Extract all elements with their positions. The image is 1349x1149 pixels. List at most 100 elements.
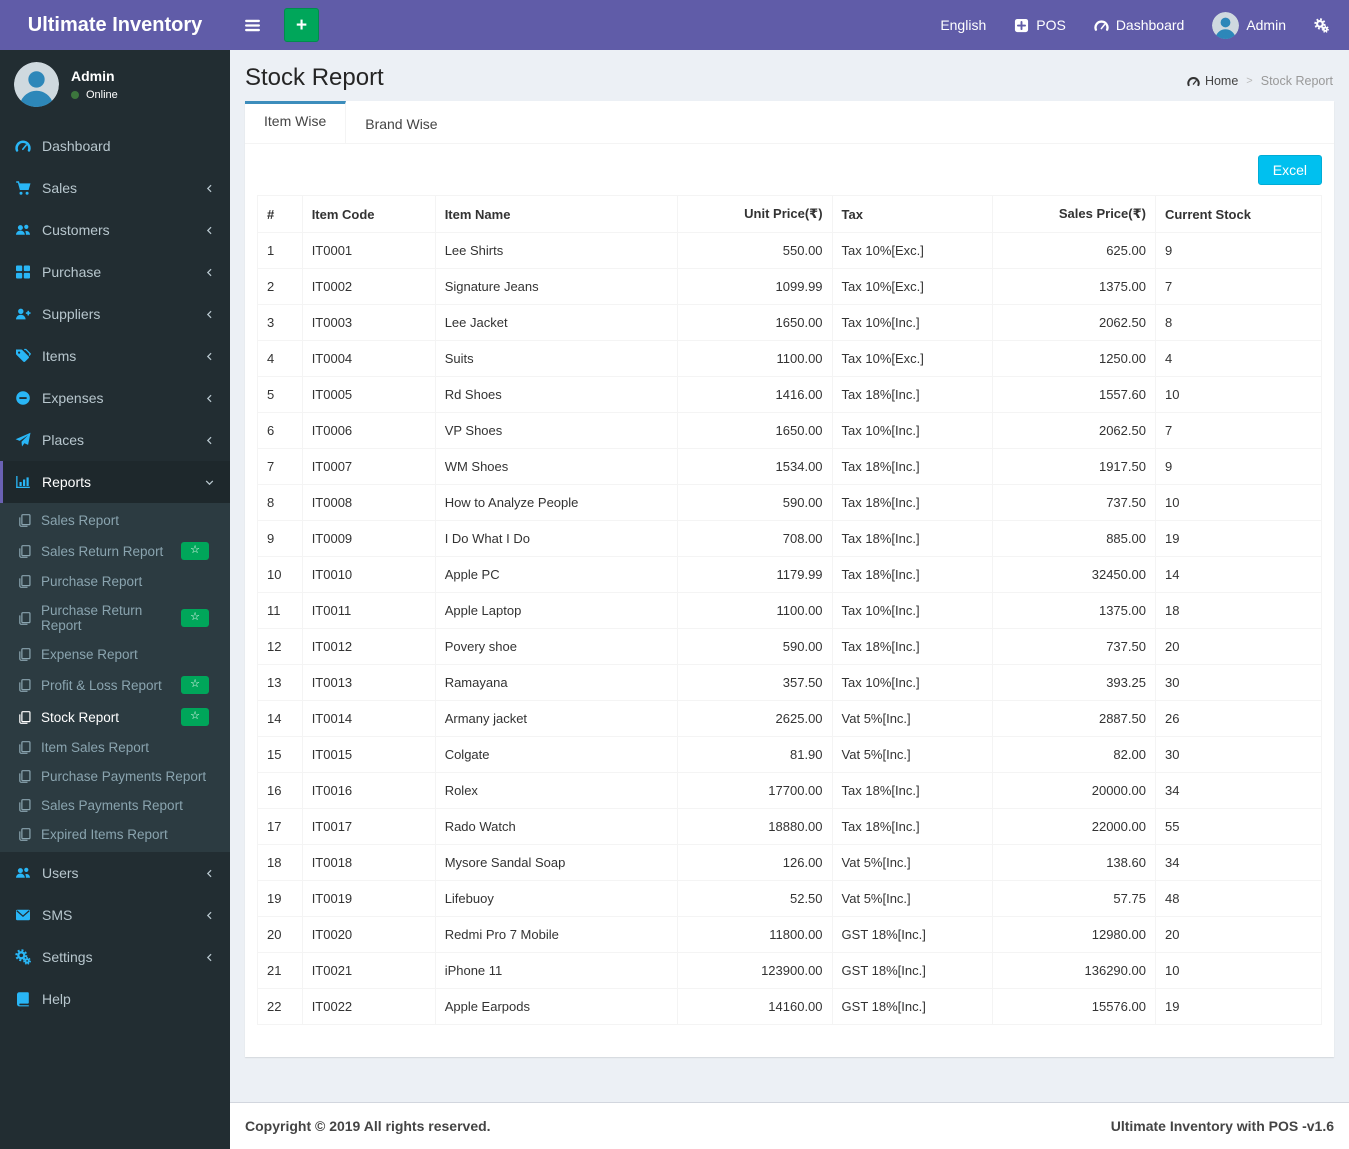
user-status[interactable]: Online	[71, 89, 118, 101]
cell-unit-price: 52.50	[677, 880, 833, 917]
sidebar-item-help[interactable]: Help	[0, 978, 230, 1020]
sidebar-item-dashboard[interactable]: Dashboard	[0, 125, 230, 167]
sidebar-section-items: Items	[0, 335, 230, 377]
sidebar-subitem-label: Profit & Loss Report	[41, 677, 162, 693]
table-row: 16 IT0016 Rolex 17700.00 Tax 18%[Inc.] 20000.…	[257, 772, 1323, 809]
tab-brand-wise[interactable]: Brand Wise	[346, 101, 456, 143]
sidebar-subitem-profit-loss-report[interactable]: Profit & Loss Report ☆	[0, 669, 230, 701]
export-excel-button[interactable]: Excel	[1257, 155, 1322, 185]
tab-content: Excel # Item Code Item Name Unit Price(₹) Ta…	[245, 144, 1334, 1057]
sidebar-item-customers[interactable]: Customers	[0, 209, 230, 251]
cell-sales-price: 1557.60	[992, 376, 1156, 413]
chevron-left-icon	[204, 309, 215, 320]
cell-item-code: IT0003	[301, 304, 436, 341]
table-row: 1 IT0001 Lee Shirts 550.00 Tax 10%[Exc.] 625.…	[257, 232, 1323, 269]
cell-: 5	[257, 376, 303, 413]
cell-: 16	[257, 772, 303, 809]
tab-item-wise[interactable]: Item Wise	[245, 101, 347, 143]
cell-unit-price: 590.00	[677, 628, 833, 665]
cell-sales-price: 1250.00	[992, 340, 1156, 377]
top-nav-english[interactable]: English	[926, 0, 1000, 50]
cell-current-stock: 9	[1154, 232, 1323, 269]
cell-unit-price: 81.90	[677, 736, 833, 773]
sidebar-item-suppliers[interactable]: Suppliers	[0, 293, 230, 335]
sidebar-item-places[interactable]: Places	[0, 419, 230, 461]
sidebar-item-expenses[interactable]: Expenses	[0, 377, 230, 419]
brand-logo[interactable]: Ultimate Inventory	[0, 0, 230, 50]
chevron-left-icon	[204, 183, 215, 194]
table-row: 17 IT0017 Rado Watch 18880.00 Tax 18%[Inc.] 2…	[257, 808, 1323, 845]
user-avatar[interactable]	[14, 62, 59, 107]
cell-tax: Tax 10%[Inc.]	[831, 592, 994, 629]
cell-unit-price: 1416.00	[677, 376, 833, 413]
table-row: 11 IT0011 Apple Laptop 1100.00 Tax 10%[Inc.]…	[257, 592, 1323, 629]
cell-sales-price: 1375.00	[992, 592, 1156, 629]
breadcrumb-current: Stock Report	[1260, 74, 1333, 88]
cell-item-code: IT0012	[301, 628, 436, 665]
cell-item-code: IT0022	[301, 988, 436, 1025]
sidebar-subitem-purchase-return-report[interactable]: Purchase Return Report ☆	[0, 596, 230, 640]
sidebar-subitem-purchase-payments-report[interactable]: Purchase Payments Report	[0, 762, 230, 791]
sidebar-subitem-expired-items-report[interactable]: Expired Items Report	[0, 820, 230, 849]
cell-: 4	[257, 340, 303, 377]
sidebar-subitem-label: Purchase Payments Report	[41, 769, 207, 784]
copy-icon	[17, 678, 32, 693]
cell-unit-price: 1100.00	[677, 340, 833, 377]
sidebar-subitem-sales-return-report[interactable]: Sales Return Report ☆	[0, 535, 230, 567]
new-badge-star-icon: ☆	[181, 708, 209, 726]
sidebar-item-sales[interactable]: Sales	[0, 167, 230, 209]
sidebar-subitem-label: Stock Report	[41, 709, 120, 725]
copy-icon	[17, 647, 32, 662]
cell-current-stock: 34	[1154, 772, 1323, 809]
top-nav-dashboard[interactable]: Dashboard	[1080, 0, 1199, 50]
sidebar-subitem-purchase-report[interactable]: Purchase Report	[0, 567, 230, 596]
cell-: 11	[257, 592, 303, 629]
sidebar-item-users[interactable]: Users	[0, 852, 230, 894]
table-row: 7 IT0007 WM Shoes 1534.00 Tax 18%[Inc.] 1917.…	[257, 448, 1323, 485]
sidebar-subitem-sales-payments-report[interactable]: Sales Payments Report	[0, 791, 230, 820]
hamburger-icon	[244, 17, 261, 34]
sidebar-item-sms[interactable]: SMS	[0, 894, 230, 936]
cogs-icon	[1314, 17, 1329, 33]
cell-unit-price: 708.00	[677, 520, 833, 557]
cell-: 6	[257, 412, 303, 449]
sidebar-toggle-button[interactable]	[230, 0, 274, 50]
sidebar-subitem-label: Item Sales Report	[41, 740, 150, 755]
sidebar-item-items[interactable]: Items	[0, 335, 230, 377]
cell-sales-price: 885.00	[992, 520, 1156, 557]
sidebar-subitem-sales-report[interactable]: Sales Report	[0, 506, 230, 535]
cell-sales-price: 138.60	[992, 844, 1156, 881]
sidebar-subitem-expense-report[interactable]: Expense Report	[0, 640, 230, 669]
sidebar-subitem-stock-report[interactable]: Stock Report ☆	[0, 701, 230, 733]
cell-: 10	[257, 556, 303, 593]
cell-current-stock: 48	[1154, 880, 1323, 917]
cell-current-stock: 26	[1154, 700, 1323, 737]
breadcrumb-home-link[interactable]: Home	[1187, 74, 1238, 88]
cell-unit-price: 590.00	[677, 484, 833, 521]
sidebar-item-reports[interactable]: Reports	[0, 461, 230, 503]
top-nav-pos[interactable]: POS	[1000, 0, 1080, 50]
cell-item-name: I Do What I Do	[434, 520, 679, 557]
cell-tax: Tax 18%[Inc.]	[831, 772, 994, 809]
copy-icon	[17, 513, 32, 528]
cell-unit-price: 1100.00	[677, 592, 833, 629]
cell-current-stock: 18	[1154, 592, 1323, 629]
online-status-icon	[71, 91, 79, 99]
cell-tax: Tax 18%[Inc.]	[831, 808, 994, 845]
content-column: Stock Report Home > Stock Report Item Wi…	[230, 50, 1349, 1149]
cell-item-code: IT0004	[301, 340, 436, 377]
sidebar-item-settings[interactable]: Settings	[0, 936, 230, 978]
sidebar-item-label: Sales	[42, 180, 78, 196]
top-nav-admin[interactable]: Admin	[1198, 0, 1300, 50]
sidebar-subitem-item-sales-report[interactable]: Item Sales Report	[0, 733, 230, 762]
cell-item-name: Lifebuoy	[434, 880, 679, 917]
cell-current-stock: 19	[1154, 520, 1323, 557]
top-nav-cogs-icon[interactable]	[1300, 0, 1343, 50]
cell-item-code: IT0020	[301, 916, 436, 953]
quick-add-button[interactable]: +	[284, 8, 319, 42]
users-icon	[15, 865, 31, 881]
sidebar-subitem-label: Sales Return Report	[41, 543, 164, 559]
copyright-text: Copyright © 2019 All rights reserved.	[245, 1118, 491, 1134]
sidebar-item-purchase[interactable]: Purchase	[0, 251, 230, 293]
cell-sales-price: 32450.00	[992, 556, 1156, 593]
